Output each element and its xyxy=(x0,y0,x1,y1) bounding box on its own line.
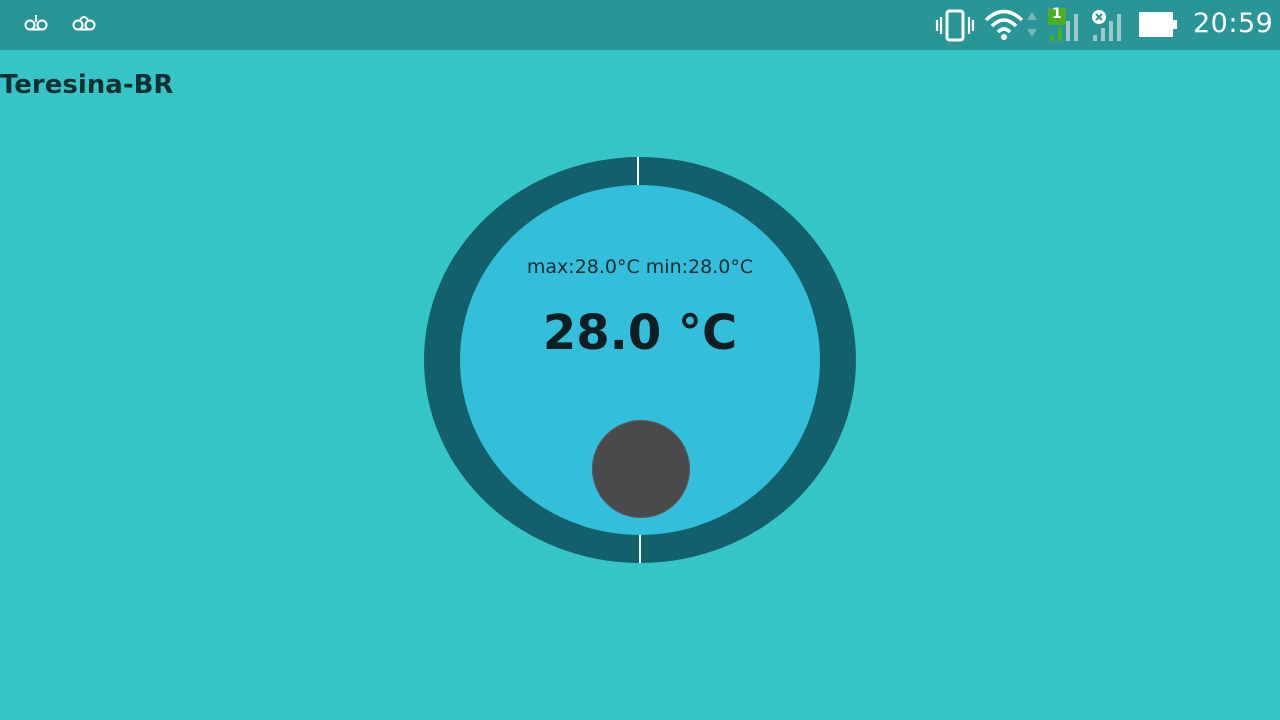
location-title: Teresina-BR xyxy=(0,70,174,100)
voicemail-icon xyxy=(24,15,48,31)
clock: 20:59 xyxy=(1193,8,1274,39)
voicemail-icon xyxy=(72,16,96,31)
signal-sim2-no-service-icon xyxy=(1092,10,1121,41)
signal-sim1-icon: 1 xyxy=(1047,6,1085,44)
data-arrows-icon xyxy=(1027,12,1037,37)
gauge-knob[interactable] xyxy=(592,420,690,518)
wifi-icon xyxy=(984,9,1024,40)
status-bar: 1 20:59 xyxy=(0,0,1280,50)
min-max-label: max:28.0°C min:28.0°C xyxy=(526,256,754,278)
sim1-label: 1 xyxy=(1052,6,1062,22)
current-temperature: 28.0 °C xyxy=(542,305,738,361)
battery-icon xyxy=(1139,12,1177,37)
vibrate-icon xyxy=(935,9,975,42)
